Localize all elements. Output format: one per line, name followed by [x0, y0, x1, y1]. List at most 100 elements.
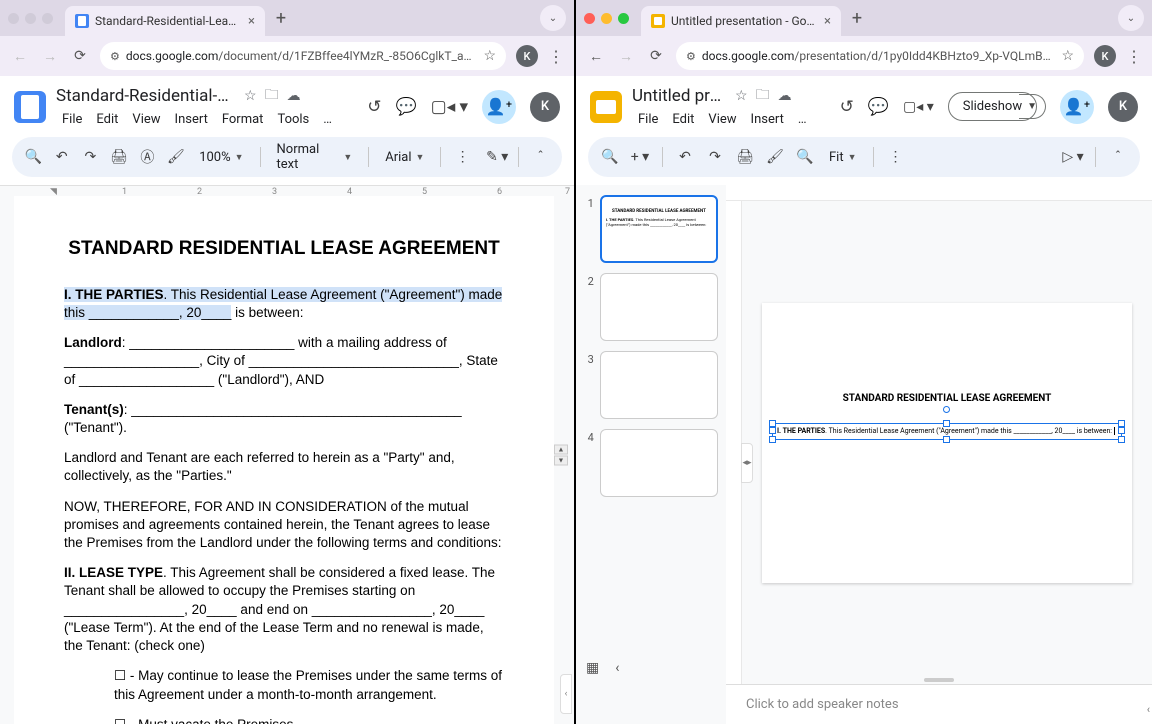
star-icon[interactable]: ☆ — [244, 88, 257, 104]
font-selector[interactable]: Arial▼ — [379, 150, 430, 165]
spellcheck-icon[interactable]: Ⓐ — [136, 145, 159, 169]
menu-more[interactable]: … — [792, 110, 813, 129]
close-icon[interactable]: × — [248, 14, 255, 29]
slide-thumb-4[interactable] — [600, 429, 718, 497]
resize-handle[interactable] — [943, 436, 950, 443]
resize-handle[interactable] — [1118, 420, 1125, 427]
site-settings-icon[interactable]: ⚙ — [110, 50, 120, 63]
tabs-dropdown[interactable]: ⌄ — [1118, 5, 1144, 31]
move-icon[interactable]: 🗀 — [756, 84, 770, 108]
traffic-close[interactable] — [584, 13, 595, 24]
filmstrip-collapse-icon[interactable]: ‹ — [615, 660, 619, 676]
redo-icon[interactable]: ↷ — [79, 145, 102, 169]
browser-menu-icon[interactable]: ⋮ — [548, 47, 564, 66]
menu-file[interactable]: File — [632, 110, 664, 129]
undo-icon[interactable]: ↶ — [51, 145, 74, 169]
print-icon[interactable]: 🖨 — [108, 145, 131, 169]
slideshow-dropdown[interactable]: ▼ — [1019, 94, 1046, 119]
side-panel-toggle[interactable]: ‹ — [560, 674, 572, 714]
print-icon[interactable]: 🖨 — [733, 145, 757, 169]
history-icon[interactable]: ↺ — [840, 97, 854, 117]
share-button[interactable]: 👤⁺ — [1060, 90, 1094, 124]
paint-format-icon[interactable]: 🖌 — [763, 145, 787, 169]
more-tools-icon[interactable]: ⋮ — [884, 145, 908, 169]
zoom-icon[interactable]: 🔍 — [793, 145, 817, 169]
resize-handle[interactable] — [1118, 436, 1125, 443]
slide-thumb-2[interactable] — [600, 273, 718, 341]
menu-edit[interactable]: Edit — [90, 110, 124, 129]
move-icon[interactable]: 🗀 — [265, 84, 279, 108]
menu-insert[interactable]: Insert — [169, 110, 214, 129]
star-icon[interactable]: ☆ — [735, 88, 748, 104]
horizontal-ruler[interactable]: ◥ 1 2 3 4 5 6 7 — [0, 185, 574, 186]
resize-handle[interactable] — [769, 427, 776, 434]
zoom-fit-selector[interactable]: Fit▼ — [823, 150, 863, 165]
new-tab-button[interactable]: + — [845, 6, 869, 30]
presentation-title[interactable]: Untitled pres... — [632, 86, 727, 106]
collapse-toolbar-icon[interactable]: ˆ — [1106, 145, 1130, 169]
close-icon[interactable]: × — [824, 14, 831, 29]
resize-handle[interactable] — [769, 420, 776, 427]
menu-edit[interactable]: Edit — [666, 110, 700, 129]
meet-icon[interactable]: ▢◂ ▾ — [431, 97, 468, 117]
menu-tools[interactable]: Tools — [271, 110, 315, 129]
notes-resize-handle[interactable] — [924, 678, 954, 682]
back-icon[interactable]: ← — [10, 48, 30, 65]
search-icon[interactable]: 🔍 — [598, 145, 622, 169]
vertical-ruler[interactable] — [726, 201, 742, 684]
new-tab-button[interactable]: + — [269, 6, 293, 30]
history-icon[interactable]: ↺ — [367, 97, 381, 117]
slide-thumb-3[interactable] — [600, 351, 718, 419]
reload-icon[interactable]: ⟳ — [70, 48, 90, 64]
forward-icon[interactable]: → — [616, 48, 636, 65]
menu-view[interactable]: View — [702, 110, 742, 129]
cloud-icon[interactable]: ☁ — [287, 88, 301, 104]
paint-format-icon[interactable]: 🖌 — [165, 145, 188, 169]
tab-down-icon[interactable]: ▼ — [554, 455, 568, 465]
slide-canvas[interactable]: ◂▸ STANDARD RESIDENTIAL LEASE AGREEMENT … — [742, 201, 1152, 684]
resize-handle[interactable] — [1118, 427, 1125, 434]
browser-menu-icon[interactable]: ⋮ — [1126, 47, 1142, 66]
profile-avatar[interactable]: K — [516, 45, 538, 67]
menu-file[interactable]: File — [56, 110, 88, 129]
traffic-min[interactable] — [601, 13, 612, 24]
meet-icon[interactable]: ▢◂ ▾ — [903, 99, 934, 115]
document-page[interactable]: STANDARD RESIDENTIAL LEASE AGREEMENT I. … — [14, 196, 554, 724]
pointer-icon[interactable]: ▷ ▾ — [1061, 145, 1085, 169]
slides-logo-icon[interactable] — [590, 91, 622, 123]
menu-more[interactable]: … — [317, 110, 338, 129]
back-icon[interactable]: ← — [586, 48, 606, 65]
account-avatar[interactable]: K — [530, 92, 560, 122]
zoom-selector[interactable]: 100%▼ — [193, 150, 249, 165]
cloud-icon[interactable]: ☁ — [778, 88, 792, 104]
speaker-notes[interactable]: Click to add speaker notes — [726, 684, 1152, 724]
browser-tab[interactable]: Untitled presentation - Googl × — [641, 6, 841, 36]
address-bar[interactable]: ⚙ docs.google.com/document/d/1FZBffee4lY… — [100, 42, 506, 70]
explore-collapse[interactable]: ◂▸ — [741, 443, 753, 483]
horizontal-ruler[interactable] — [726, 185, 1152, 201]
bookmark-icon[interactable]: ☆ — [1061, 48, 1074, 64]
slide-1[interactable]: STANDARD RESIDENTIAL LEASE AGREEMENT I. … — [762, 303, 1132, 583]
slide-thumb-1[interactable]: STANDARD RESIDENTIAL LEASE AGREEMENT I. … — [600, 195, 718, 263]
menu-format[interactable]: Format — [216, 110, 270, 129]
docs-logo-icon[interactable] — [14, 91, 46, 123]
slide-title-text[interactable]: STANDARD RESIDENTIAL LEASE AGREEMENT — [782, 393, 1112, 404]
traffic-close[interactable] — [8, 13, 19, 24]
collapse-toolbar-icon[interactable]: ˆ — [529, 145, 552, 169]
rotate-handle[interactable] — [943, 406, 950, 413]
tabs-dropdown[interactable]: ⌄ — [540, 5, 566, 31]
document-title[interactable]: Standard-Residential-Lease-A... — [56, 86, 236, 106]
redo-icon[interactable]: ↷ — [703, 145, 727, 169]
new-slide-icon[interactable]: + ▾ — [628, 145, 652, 169]
menu-insert[interactable]: Insert — [745, 110, 790, 129]
side-panel-toggle[interactable]: ‹ — [1147, 703, 1150, 716]
reload-icon[interactable]: ⟳ — [646, 48, 666, 64]
tab-up-icon[interactable]: ▲ — [554, 444, 568, 454]
bookmark-icon[interactable]: ☆ — [483, 48, 496, 64]
more-tools-icon[interactable]: ⋮ — [451, 145, 474, 169]
style-selector[interactable]: Normal text▼ — [271, 142, 359, 172]
forward-icon[interactable]: → — [40, 48, 60, 65]
comments-icon[interactable]: 💬 — [868, 97, 889, 117]
traffic-max[interactable] — [42, 13, 53, 24]
edit-mode-icon[interactable]: ✎ ▾ — [486, 145, 509, 169]
